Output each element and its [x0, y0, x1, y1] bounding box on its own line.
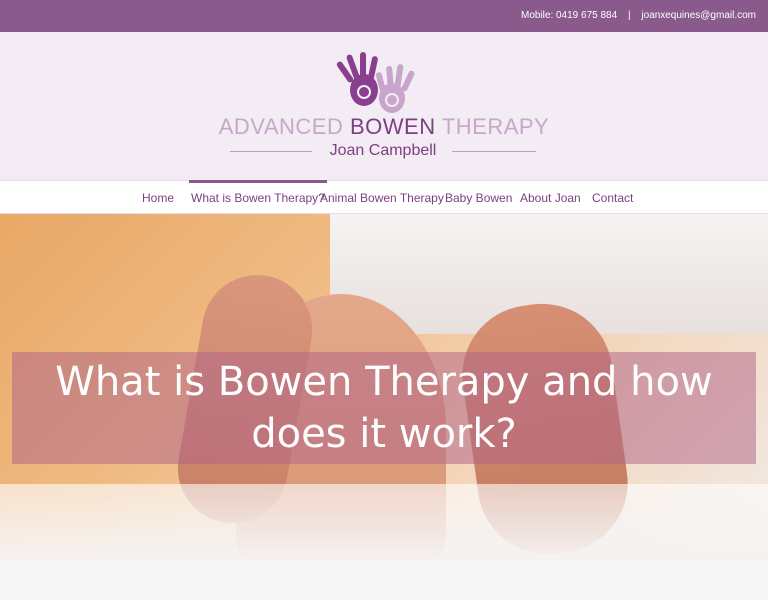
content-start-strip	[0, 560, 768, 600]
hands-logo-icon[interactable]	[334, 52, 424, 118]
contact-info: Mobile: 0419 675 884 | joanxequines@gmai…	[521, 10, 756, 21]
logo-title-bowen: BOWEN	[349, 114, 436, 139]
logo-title-therapy: THERAPY	[435, 114, 550, 139]
nav-item-animal-bowen-therapy[interactable]: Animal Bowen Therapy	[320, 191, 444, 205]
logo-divider-right	[452, 151, 536, 152]
logo-title[interactable]: ADVANCED BOWEN THERAPY	[0, 114, 768, 140]
hero-title: What is Bowen Therapy and how does it wo…	[55, 359, 713, 457]
mobile-number[interactable]: Mobile: 0419 675 884	[521, 10, 617, 21]
nav-item-about-joan[interactable]: About Joan	[520, 191, 581, 205]
nav-item-baby-bowen[interactable]: Baby Bowen	[445, 191, 512, 205]
main-nav: Home What is Bowen Therapy? Animal Bowen…	[0, 180, 768, 214]
logo-subtitle-row: Joan Campbell	[228, 142, 538, 162]
towel-shape	[0, 484, 768, 560]
email-link[interactable]: joanxequines@gmail.com	[641, 10, 756, 21]
site-header: ADVANCED BOWEN THERAPY Joan Campbell	[0, 32, 768, 180]
nav-item-contact[interactable]: Contact	[592, 191, 633, 205]
contact-separator: |	[627, 10, 631, 21]
logo-title-advanced: ADVANCED	[218, 114, 350, 139]
nav-item-home[interactable]: Home	[142, 191, 174, 205]
nav-item-what-is-bowen-therapy[interactable]: What is Bowen Therapy?	[189, 180, 327, 205]
top-bar: Mobile: 0419 675 884 | joanxequines@gmai…	[0, 0, 768, 32]
